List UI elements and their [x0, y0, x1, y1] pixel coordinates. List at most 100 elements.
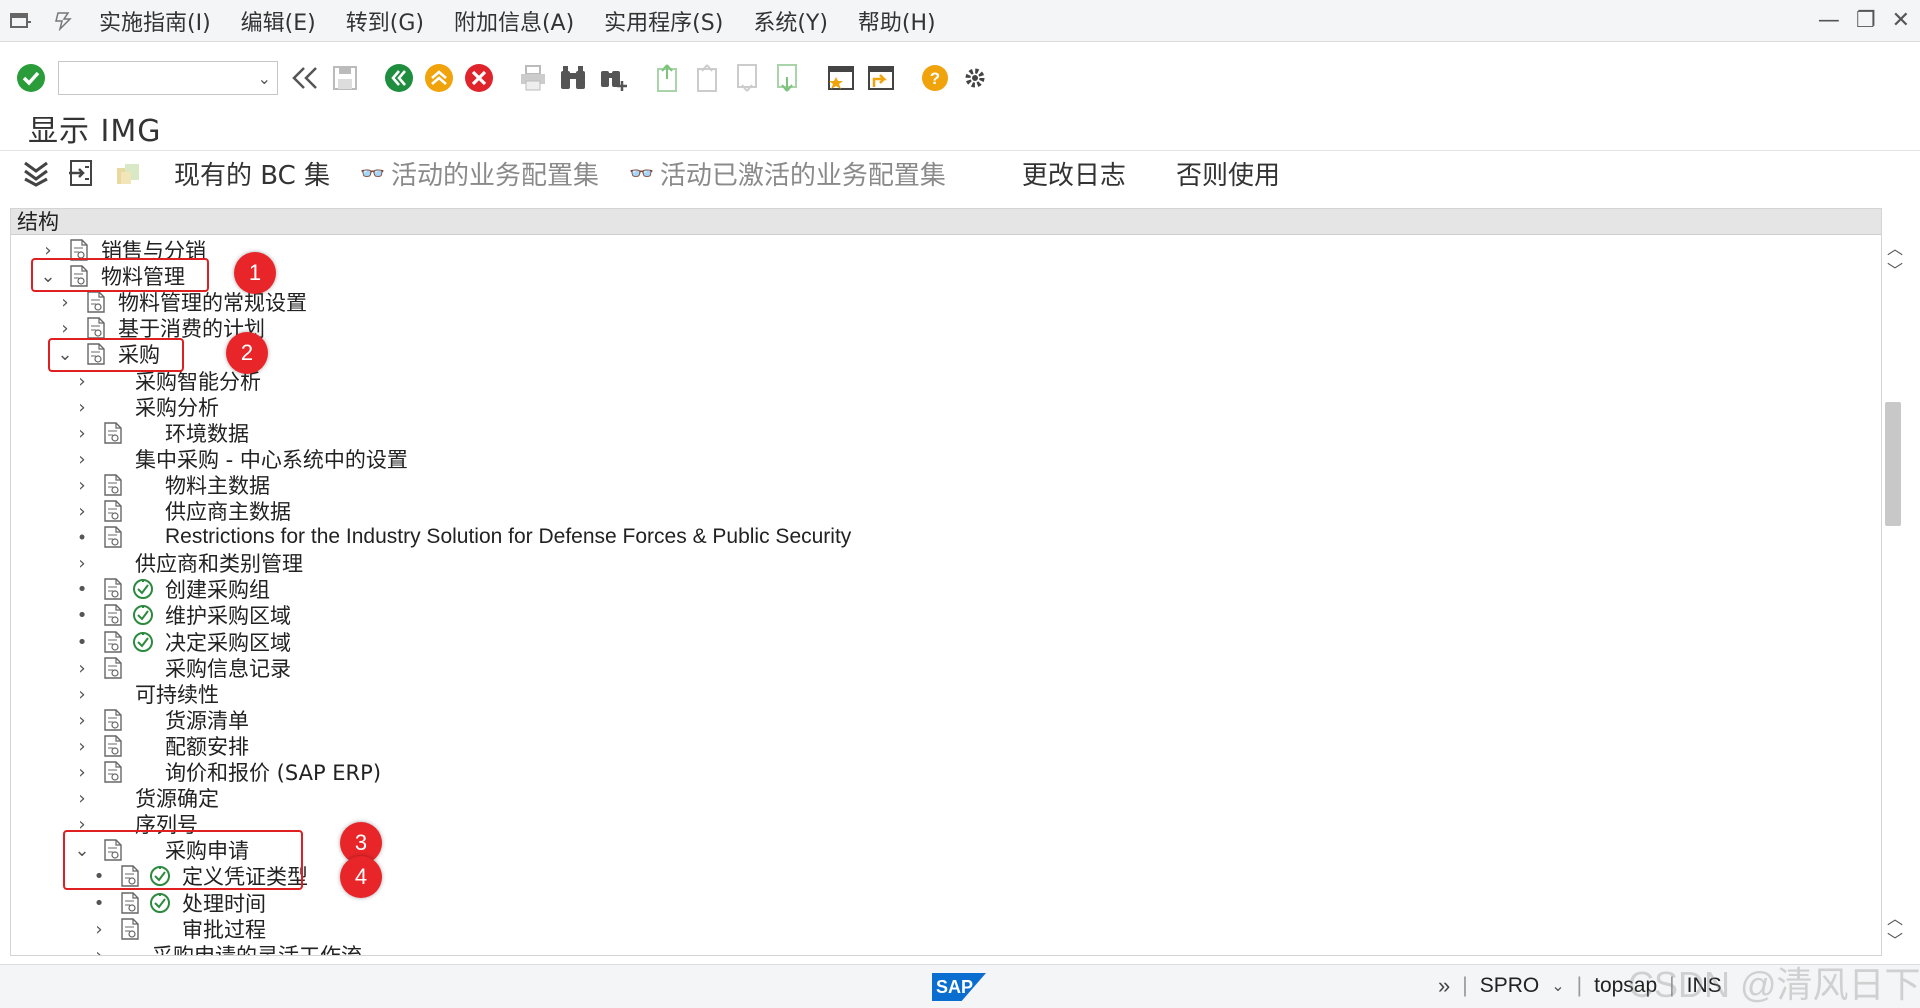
execute-activity-icon[interactable] — [131, 603, 155, 627]
execute-activity-icon[interactable] — [131, 630, 155, 654]
expand-node-icon[interactable]: › — [90, 945, 108, 956]
expand-status-icon[interactable]: » — [1438, 973, 1450, 999]
tree-node[interactable]: › 审批过程 — [90, 916, 266, 942]
menu-extras[interactable]: 附加信息(A) — [439, 5, 589, 37]
tree-node-label[interactable]: Restrictions for the Industry Solution f… — [165, 525, 851, 549]
tree-node[interactable]: › 物料主数据 — [73, 472, 270, 498]
new-session-icon[interactable] — [822, 59, 860, 97]
command-field[interactable]: ⌄ — [58, 61, 278, 95]
find-icon[interactable] — [554, 59, 592, 97]
save-icon[interactable] — [326, 59, 364, 97]
documentation-icon[interactable] — [101, 473, 125, 497]
scrollbar-thumb[interactable] — [1885, 402, 1901, 526]
tree-node[interactable]: › 供应商主数据 — [73, 498, 291, 524]
tree-node[interactable]: • Restrictions for the Industry Solution … — [73, 524, 851, 550]
execute-activity-icon[interactable] — [148, 891, 172, 915]
close-window-icon[interactable]: ✕ — [1892, 8, 1910, 33]
enter-icon[interactable] — [12, 59, 50, 97]
active-bc-sets-button[interactable]: 👓 活动的业务配置集 — [360, 155, 599, 192]
expand-node-icon[interactable]: › — [73, 658, 91, 679]
expand-node-icon[interactable]: › — [73, 553, 91, 574]
tree-node[interactable]: › 配额安排 — [73, 733, 249, 759]
system-menu-icon[interactable] — [0, 12, 42, 30]
settings-icon[interactable] — [956, 59, 994, 97]
expand-node-icon[interactable]: › — [73, 475, 91, 496]
existing-bc-sets-button[interactable]: 现有的 BC 集 — [174, 155, 330, 192]
expand-node-icon[interactable]: › — [56, 318, 74, 339]
expand-node-icon[interactable]: › — [73, 710, 91, 731]
expand-node-icon[interactable]: › — [73, 501, 91, 522]
documentation-icon[interactable] — [101, 603, 125, 627]
expand-subtree-icon[interactable] — [64, 155, 100, 191]
expand-node-icon[interactable]: › — [56, 292, 74, 313]
tree-node[interactable]: › 物料管理的常规设置 — [56, 289, 307, 315]
bc-set-icon[interactable] — [110, 155, 146, 191]
tree-node[interactable]: › 货源确定 — [73, 785, 219, 811]
documentation-icon[interactable] — [101, 525, 125, 549]
shortcut-icon[interactable] — [862, 59, 900, 97]
tree-node-label[interactable]: 维护采购区域 — [165, 600, 291, 630]
menu-utilities[interactable]: 实用程序(S) — [589, 5, 738, 37]
where-used-button[interactable]: 否则使用 — [1176, 155, 1280, 192]
menu-goto[interactable]: 转到(G) — [331, 5, 439, 37]
tree-node[interactable]: • 创建采购组 — [73, 576, 270, 602]
restore-icon[interactable]: ❐ — [1856, 8, 1876, 33]
print-icon[interactable] — [514, 59, 552, 97]
tree-node[interactable]: › 采购申请的灵活工作流 — [90, 942, 362, 955]
scroll-down-icon[interactable]: ﹀ — [1884, 928, 1906, 950]
first-page-icon[interactable] — [648, 59, 686, 97]
expand-node-icon[interactable]: › — [73, 762, 91, 783]
minimize-icon[interactable]: — — [1818, 8, 1840, 33]
documentation-icon[interactable] — [101, 734, 125, 758]
documentation-icon[interactable] — [101, 708, 125, 732]
tree-node-label[interactable]: 供应商主数据 — [165, 496, 291, 526]
menu-help[interactable]: 帮助(H) — [843, 5, 951, 37]
scroll-up-icon[interactable]: ︿ — [1884, 236, 1906, 258]
documentation-icon[interactable] — [101, 760, 125, 784]
vertical-scrollbar[interactable]: ︿ ﹀ ︿ ﹀ — [1884, 236, 1906, 956]
documentation-icon[interactable] — [101, 499, 125, 523]
documentation-icon[interactable] — [118, 891, 142, 915]
tree-node[interactable]: › 询价和报价 (SAP ERP) — [73, 759, 381, 785]
expand-node-icon[interactable]: › — [73, 788, 91, 809]
expand-node-icon[interactable]: › — [90, 919, 108, 940]
help-icon[interactable]: ? — [916, 59, 954, 97]
expand-node-icon[interactable]: › — [73, 371, 91, 392]
tree-node-label[interactable]: 采购申请的灵活工作流 — [152, 940, 362, 955]
documentation-icon[interactable] — [118, 917, 142, 941]
cancel-icon[interactable] — [460, 59, 498, 97]
expand-node-icon[interactable]: › — [73, 684, 91, 705]
expand-node-icon[interactable]: › — [73, 397, 91, 418]
documentation-icon[interactable] — [84, 290, 108, 314]
pin-icon[interactable] — [42, 11, 84, 31]
tree-node[interactable]: › 环境数据 — [73, 420, 249, 446]
documentation-icon[interactable] — [84, 316, 108, 340]
expand-node-icon[interactable]: › — [73, 736, 91, 757]
change-log-button[interactable]: 更改日志 — [1022, 155, 1126, 192]
back-fast-icon[interactable] — [286, 59, 324, 97]
chevron-down-icon[interactable]: ⌄ — [258, 69, 271, 88]
documentation-icon[interactable] — [101, 421, 125, 445]
documentation-icon[interactable] — [101, 630, 125, 654]
tree-node[interactable]: • 决定采购区域 — [73, 629, 291, 655]
chevron-down-icon[interactable]: ⌄ — [1551, 976, 1564, 996]
collapse-all-icon[interactable] — [18, 155, 54, 191]
next-page-icon[interactable] — [728, 59, 766, 97]
find-next-icon[interactable] — [594, 59, 632, 97]
tree-node[interactable]: • 处理时间 — [90, 890, 266, 916]
tree-node[interactable]: › 货源清单 — [73, 707, 249, 733]
tree-node[interactable]: › 供应商和类别管理 — [73, 550, 303, 576]
activated-bc-sets-button[interactable]: 👓 活动已激活的业务配置集 — [629, 155, 946, 192]
execute-activity-icon[interactable] — [131, 577, 155, 601]
prev-page-icon[interactable] — [688, 59, 726, 97]
expand-node-icon[interactable]: › — [73, 423, 91, 444]
back-icon[interactable] — [380, 59, 418, 97]
tree-node[interactable]: › 采购分析 — [73, 394, 219, 420]
scroll-up-fast-icon[interactable]: ﹀ — [1884, 258, 1906, 280]
last-page-icon[interactable] — [768, 59, 806, 97]
tree-node[interactable]: › 采购信息记录 — [73, 655, 291, 681]
tree-node[interactable]: • 维护采购区域 — [73, 602, 291, 628]
exit-icon[interactable] — [420, 59, 458, 97]
menu-implementation-guide[interactable]: 实施指南(I) — [84, 5, 226, 37]
tree-node[interactable]: › 可持续性 — [73, 681, 219, 707]
